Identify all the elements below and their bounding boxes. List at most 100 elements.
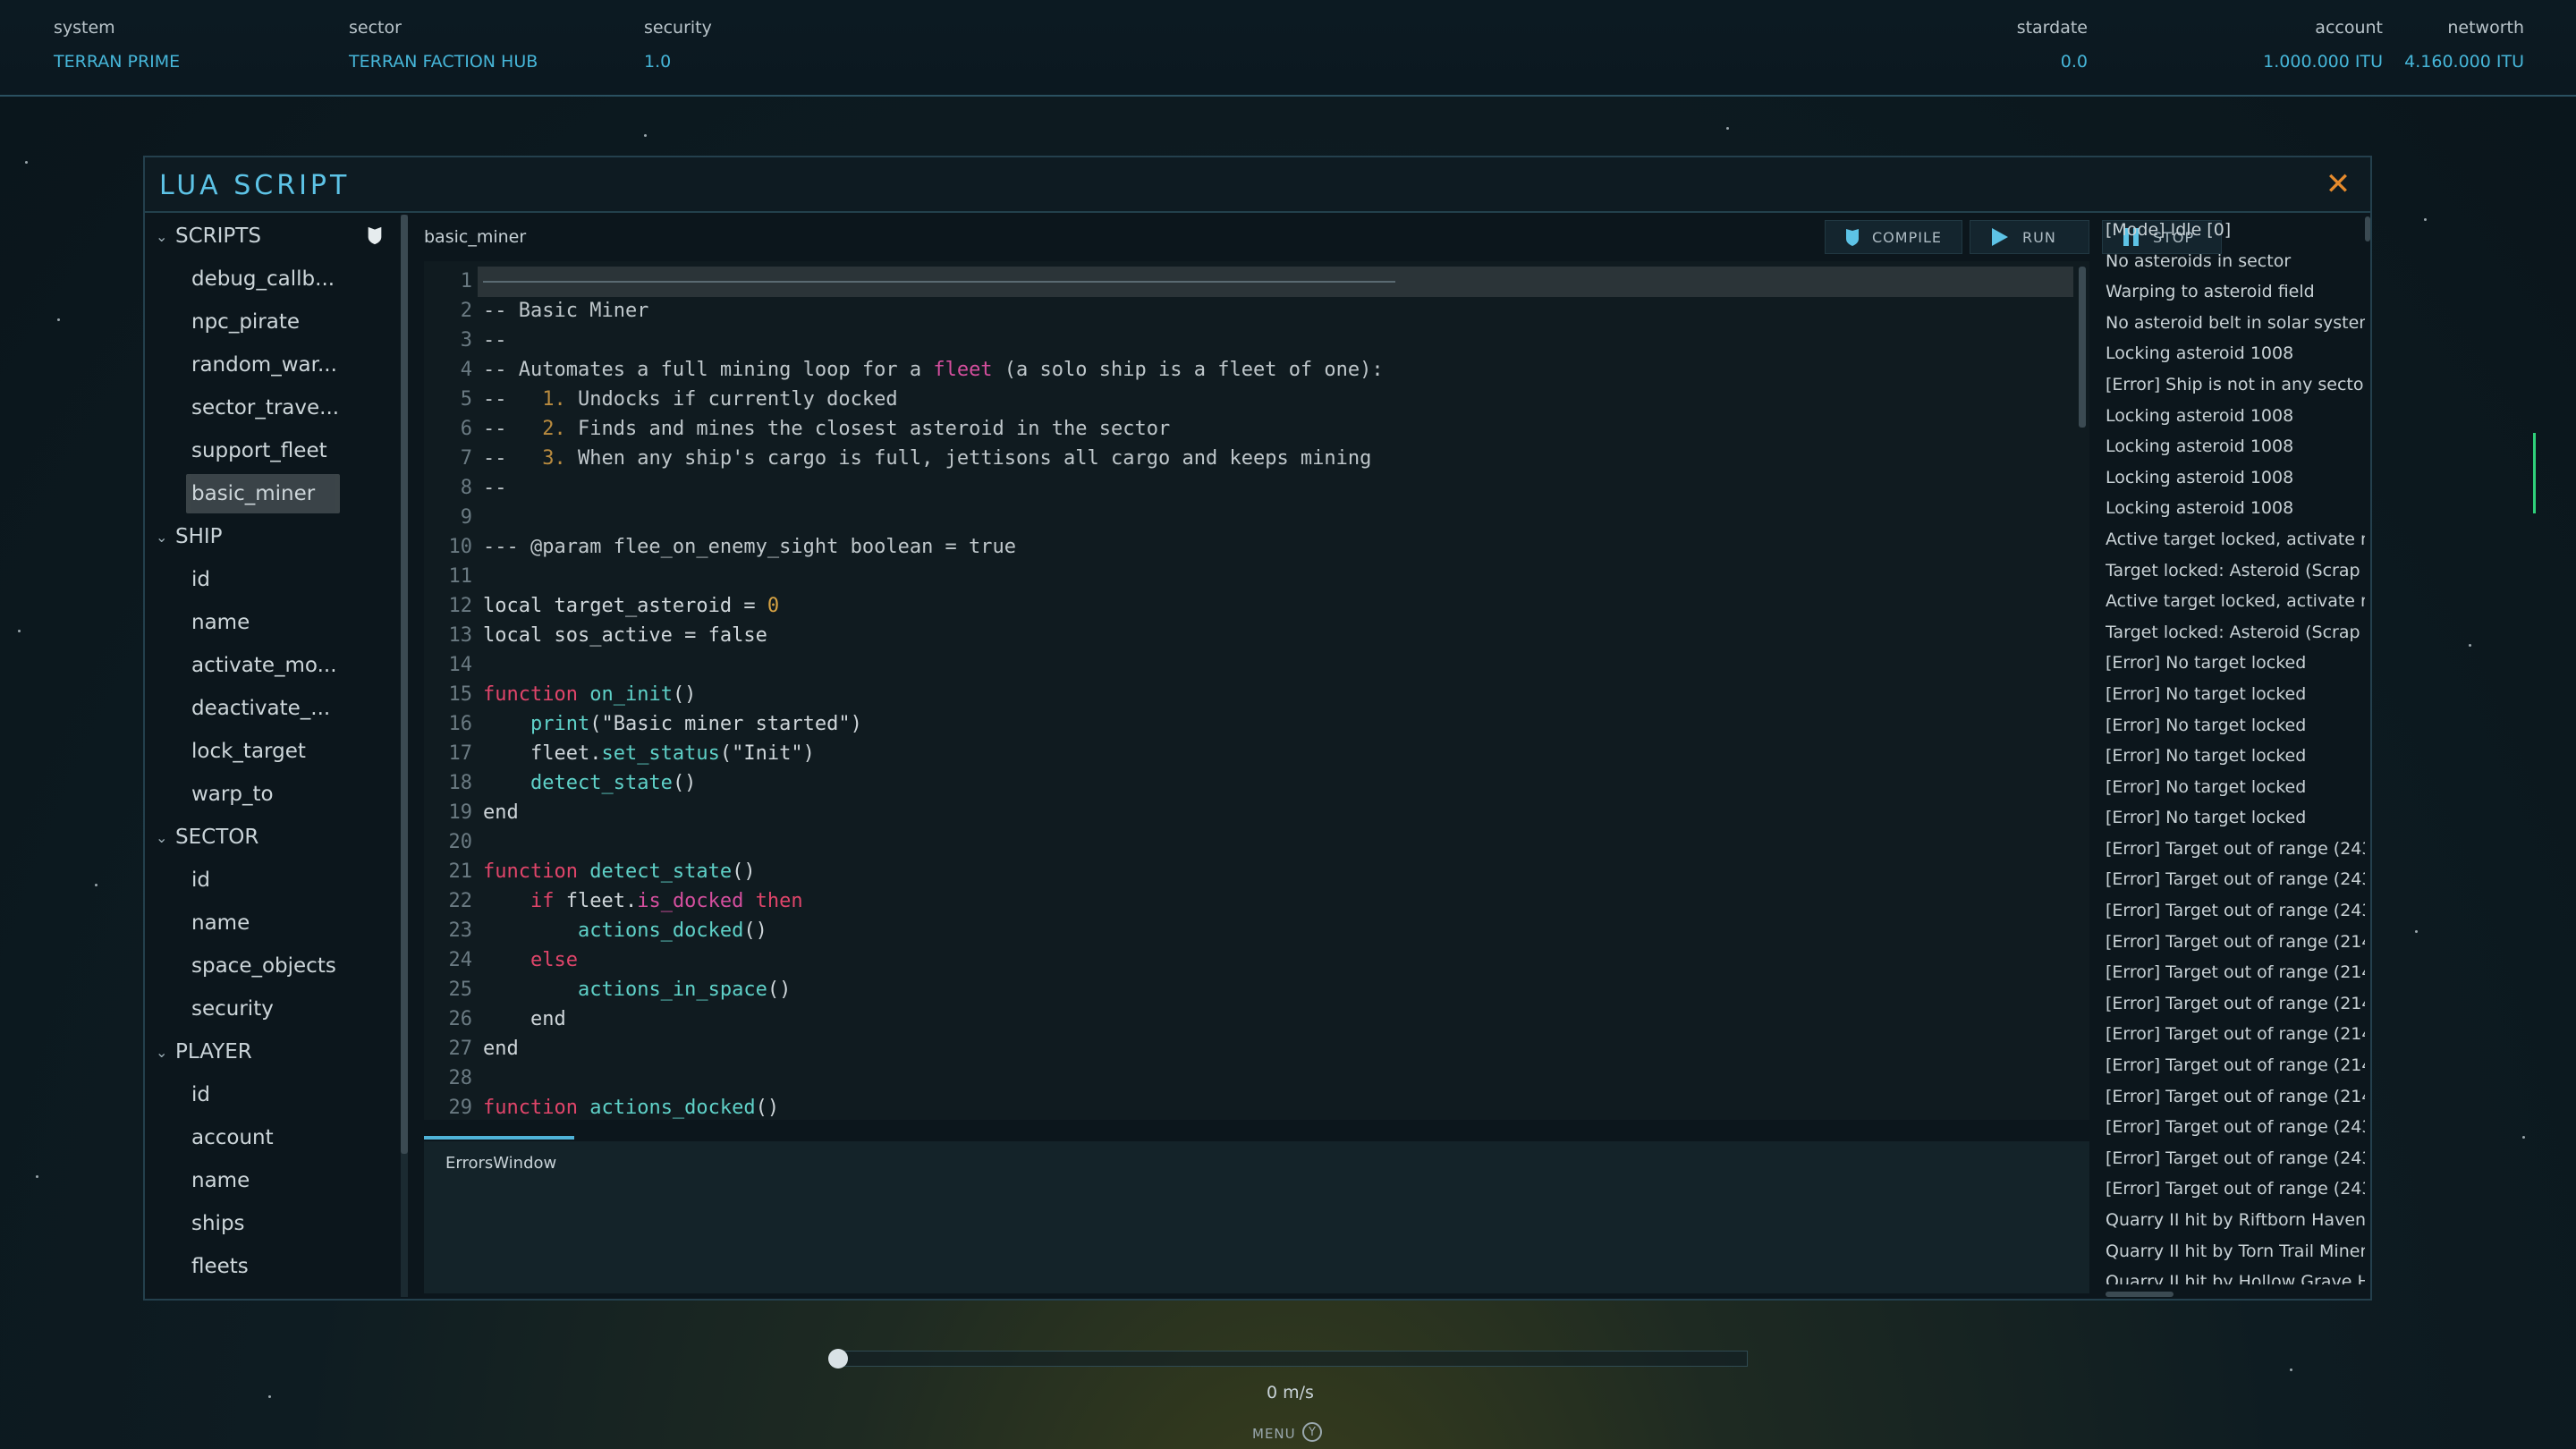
sidebar-section-ship[interactable]: ⌄ SHIP	[150, 515, 404, 558]
sidebar-item[interactable]: npc_pirate	[150, 301, 404, 343]
log-scrollbar[interactable]	[2365, 216, 2370, 242]
sidebar-item[interactable]: name	[150, 902, 404, 945]
code-line[interactable]: print("Basic miner started")	[483, 713, 862, 735]
sidebar-item[interactable]: support_fleet	[150, 429, 404, 472]
sidebar-item-label: id	[191, 568, 210, 591]
sidebar-section-title: PLAYER	[175, 1040, 252, 1063]
code-line[interactable]: --- @param flee_on_enemy_sight boolean =…	[483, 536, 1016, 558]
code-line[interactable]: else	[483, 949, 578, 971]
log-entry: Target locked: Asteroid (Scrap	[2106, 622, 2360, 642]
code-line[interactable]: local sos_active = false	[483, 624, 767, 647]
sidebar-item-label: random_war...	[191, 353, 337, 377]
code-line[interactable]: -- 1. Undocks if currently docked	[483, 388, 898, 411]
sidebar-item-label: id	[191, 869, 210, 892]
sidebar-item-label: space_objects	[191, 954, 336, 978]
throttle-handle[interactable]	[828, 1349, 848, 1368]
chevron-down-icon: ⌄	[156, 828, 168, 846]
sidebar-item[interactable]: sector_trave...	[150, 386, 404, 429]
run-button[interactable]: RUN	[1970, 220, 2089, 254]
code-line[interactable]: -- Basic Miner	[483, 300, 648, 322]
sidebar-item[interactable]: deactivate_...	[150, 687, 404, 730]
log-entry: [Error] Target out of range (214	[2106, 1086, 2365, 1106]
code-line[interactable]: -- Automates a full mining loop for a fl…	[483, 359, 1384, 381]
sidebar-item-label: id	[191, 1083, 210, 1106]
code-line[interactable]: local target_asteroid = 0	[483, 595, 779, 617]
code-line[interactable]: detect_state()	[483, 772, 696, 794]
sidebar-item[interactable]: name	[150, 601, 404, 644]
code-line[interactable]: end	[483, 1038, 519, 1060]
sidebar-section-title: SHIP	[175, 525, 223, 548]
sidebar-scrollbar[interactable]	[401, 215, 408, 1297]
log-entry: [Error] Target out of range (243	[2106, 1117, 2365, 1138]
sidebar-item[interactable]: fleets	[150, 1245, 404, 1288]
code-line[interactable]: end	[483, 801, 519, 824]
hud-security: security 1.0	[644, 18, 712, 72]
throttle-slider[interactable]	[832, 1351, 1748, 1367]
hud-account: account 1.000.000 ITU	[2263, 18, 2383, 72]
sidebar-item[interactable]: lock_target	[150, 730, 404, 773]
menu-key-icon[interactable]: Y	[1302, 1422, 1322, 1442]
code-line[interactable]: function on_init()	[483, 683, 696, 706]
sidebar-item[interactable]: ships	[150, 1202, 404, 1245]
log-entry: Locking asteroid 1008	[2106, 467, 2294, 487]
code-line[interactable]: -- 2. Finds and mines the closest astero…	[483, 418, 1170, 440]
output-log: [Mode] Idle [0] No asteroids in sector War…	[2106, 215, 2365, 1284]
compile-button[interactable]: COMPILE	[1825, 220, 1962, 254]
sidebar-section-player[interactable]: ⌄ PLAYER	[150, 1030, 404, 1073]
sidebar-item[interactable]: id	[150, 558, 404, 601]
code-line[interactable]: --	[483, 477, 507, 499]
code-line[interactable]: actions_in_space()	[483, 979, 791, 1001]
sidebar-item[interactable]: activate_mo...	[150, 644, 404, 687]
code-line[interactable]: function detect_state()	[483, 860, 756, 883]
hud-security-label: security	[644, 18, 712, 38]
code-line[interactable]: if fleet.is_docked then	[483, 890, 803, 912]
log-entry: [Mode] Idle [0]	[2106, 220, 2232, 240]
sidebar-item[interactable]: id	[150, 859, 404, 902]
sidebar-item-label: lock_target	[191, 740, 306, 763]
code-line[interactable]: end	[483, 1008, 566, 1030]
line-number: 9	[460, 506, 472, 529]
code-editor[interactable]: 1 2 -- Basic Miner 3 -- 4 -- Automates a full …	[424, 261, 2089, 1120]
line-number: 1	[460, 270, 472, 292]
errors-window: ErrorsWindow	[424, 1136, 2089, 1293]
sidebar-scroll-thumb[interactable]	[401, 215, 408, 1154]
sidebar-item[interactable]: name	[150, 1159, 404, 1202]
menu-label[interactable]: MENU	[1252, 1426, 1296, 1442]
sidebar-item[interactable]: random_war...	[150, 343, 404, 386]
log-horizontal-scrollbar[interactable]	[2106, 1292, 2174, 1297]
sidebar-item[interactable]: id	[150, 1073, 404, 1116]
sidebar-item[interactable]: warp_to	[150, 773, 404, 816]
file-tab[interactable]: basic_miner	[424, 227, 526, 247]
sidebar-item[interactable]: space_objects	[150, 945, 404, 987]
shield-icon[interactable]	[367, 225, 383, 245]
sidebar-item[interactable]: basic_miner	[150, 472, 404, 515]
code-line[interactable]: fleet.set_status("Init")	[483, 742, 815, 765]
chevron-down-icon: ⌄	[156, 528, 168, 546]
cursor-line	[483, 281, 1395, 283]
line-number: 21	[448, 860, 473, 883]
log-entry: [Error] No target locked	[2106, 746, 2307, 767]
code-line[interactable]: function actions_docked()	[483, 1097, 779, 1119]
log-entry: [Error] Target out of range (214	[2106, 962, 2365, 983]
lua-script-window: LUA SCRIPT ✕ ⌄ SCRIPTS debug_callb... npc_p…	[143, 156, 2372, 1301]
run-label: RUN	[2022, 228, 2056, 246]
code-line[interactable]: -- 3. When any ship's cargo is full, jet…	[483, 447, 1371, 470]
line-number: 23	[448, 919, 473, 942]
errors-tab[interactable]: ErrorsWindow	[445, 1154, 556, 1173]
sidebar-section-title: SECTOR	[175, 826, 259, 849]
sidebar-item[interactable]: debug_callb...	[150, 258, 404, 301]
sidebar-section-sector[interactable]: ⌄ SECTOR	[150, 816, 404, 859]
line-number: 28	[448, 1067, 473, 1089]
hud-networth-value: 4.160.000 ITU	[2404, 52, 2524, 72]
log-entry: [Error] Target out of range (243	[2106, 901, 2365, 921]
code-line[interactable]: --	[483, 329, 507, 352]
log-entry: [Error] No target locked	[2106, 653, 2307, 674]
sidebar-item[interactable]: account	[150, 1116, 404, 1159]
code-scrollbar[interactable]	[2079, 267, 2086, 428]
errors-tab-indicator	[424, 1136, 574, 1140]
sidebar-item[interactable]: security	[150, 987, 404, 1030]
code-line[interactable]: actions_docked()	[483, 919, 767, 942]
log-entry: [Error] Ship is not in any sector	[2106, 374, 2365, 394]
hud-account-label: account	[2315, 18, 2383, 38]
close-icon[interactable]: ✕	[2322, 168, 2354, 200]
